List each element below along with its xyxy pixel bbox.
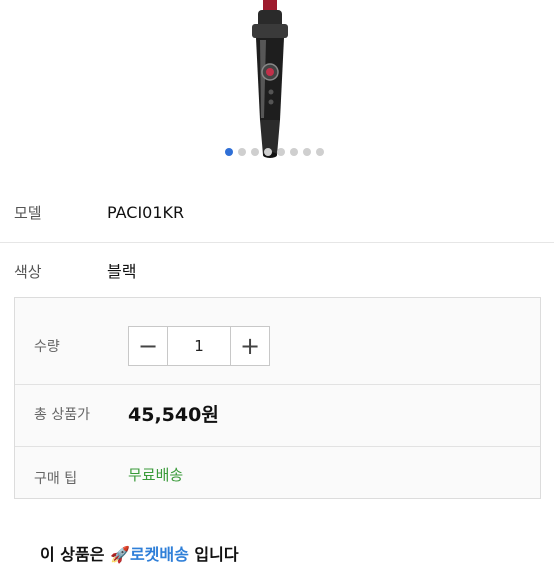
notice-suffix: 입니다 bbox=[194, 545, 239, 564]
rocket-delivery-notice: 이 상품은 🚀로켓배송 입니다 bbox=[40, 541, 239, 565]
product-image-gallery[interactable] bbox=[0, 0, 554, 170]
notice-prefix: 이 상품은 bbox=[40, 545, 105, 564]
decrease-quantity-button[interactable]: − bbox=[129, 327, 168, 365]
spec-row-model: 모델 PACI01KR bbox=[0, 184, 554, 242]
model-label: 모델 bbox=[14, 204, 42, 222]
color-label: 색상 bbox=[14, 263, 42, 281]
quantity-stepper: − 1 + bbox=[128, 326, 270, 366]
purchase-options-box: 수량 − 1 + 총 상품가 45,540원 구매 팁 무료배송 bbox=[14, 297, 541, 499]
pagination-dot[interactable] bbox=[225, 148, 233, 156]
total-price-value: 45,540원 bbox=[128, 404, 219, 426]
increase-quantity-button[interactable]: + bbox=[230, 327, 269, 365]
divider bbox=[15, 384, 540, 385]
pagination-dot[interactable] bbox=[251, 148, 259, 156]
pagination-dot[interactable] bbox=[277, 148, 285, 156]
divider bbox=[15, 446, 540, 447]
pagination-dot[interactable] bbox=[290, 148, 298, 156]
quantity-input[interactable]: 1 bbox=[168, 327, 230, 365]
rocket-delivery-label: 로켓배송 bbox=[129, 545, 189, 564]
model-value: PACI01KR bbox=[107, 203, 185, 222]
pagination-dot[interactable] bbox=[316, 148, 324, 156]
pagination-dot[interactable] bbox=[264, 148, 272, 156]
pagination-dot[interactable] bbox=[238, 148, 246, 156]
image-pagination-dots bbox=[225, 148, 324, 158]
minus-icon: − bbox=[137, 332, 159, 360]
color-value: 블랙 bbox=[107, 262, 137, 281]
product-image-hair-styler bbox=[252, 0, 288, 158]
purchase-tip-label: 구매 팁 bbox=[34, 471, 78, 487]
quantity-section: 수량 − 1 + bbox=[15, 298, 540, 392]
free-shipping-text: 무료배송 bbox=[128, 466, 184, 484]
quantity-label: 수량 bbox=[34, 339, 60, 355]
total-price-label: 총 상품가 bbox=[34, 407, 90, 423]
pagination-dot[interactable] bbox=[303, 148, 311, 156]
rocket-icon: 🚀 bbox=[110, 545, 130, 564]
plus-icon: + bbox=[239, 332, 261, 360]
spec-row-color: 색상 블랙 bbox=[0, 243, 554, 301]
